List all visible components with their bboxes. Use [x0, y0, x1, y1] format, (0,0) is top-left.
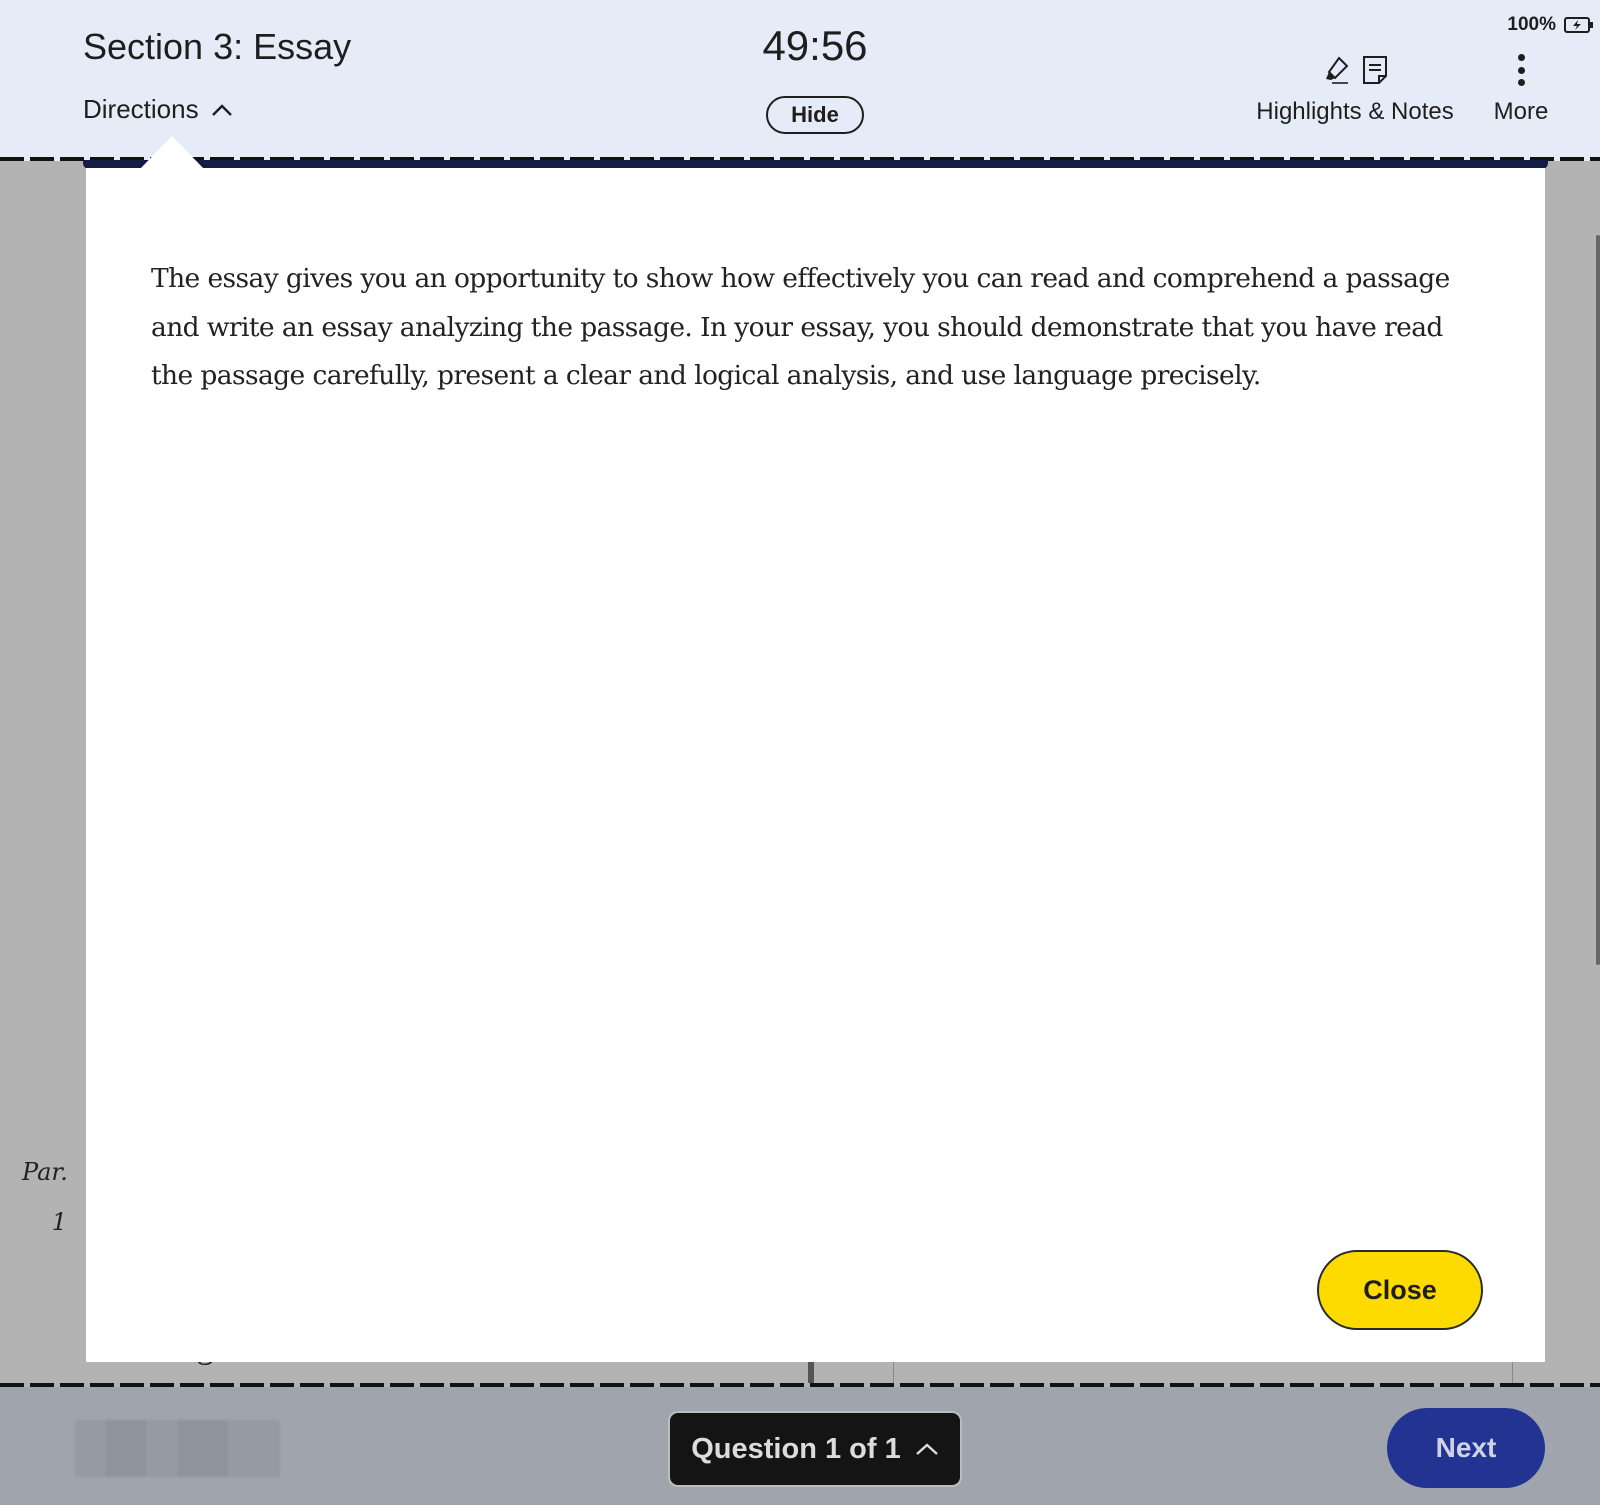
timer: 49:56: [762, 22, 868, 69]
scrollbar[interactable]: [1596, 235, 1600, 965]
directions-text: The essay gives you an opportunity to sh…: [151, 263, 1450, 391]
close-button[interactable]: Close: [1317, 1250, 1483, 1330]
notes-icon: [1363, 56, 1387, 84]
next-button[interactable]: Next: [1387, 1408, 1545, 1488]
battery-status: 100%: [1507, 14, 1594, 36]
directions-label: Directions: [83, 94, 199, 124]
question-navigator-button[interactable]: Question 1 of 1: [668, 1411, 962, 1487]
question-nav-label: Question 1 of 1: [691, 1432, 901, 1465]
battery-charging-icon: [1564, 17, 1593, 33]
paragraph-number: 1: [51, 1208, 67, 1236]
paragraph-label: Par.: [22, 1158, 68, 1186]
hide-timer-button[interactable]: Hide: [766, 96, 864, 134]
header-bar: Section 3: Essay Directions 49:56 Hide H…: [0, 0, 1600, 160]
modal-pointer: [140, 136, 204, 169]
student-name-redacted: [75, 1420, 280, 1477]
more-vertical-icon: [1517, 52, 1525, 88]
directions-toggle[interactable]: Directions: [83, 94, 233, 125]
more-button[interactable]: More: [1490, 52, 1552, 126]
battery-percent: 100%: [1507, 14, 1556, 35]
highlights-notes-button[interactable]: Highlights & Notes: [1250, 52, 1460, 126]
section-title: Section 3: Essay: [83, 26, 352, 67]
more-label: More: [1493, 98, 1549, 125]
highlights-notes-label: Highlights & Notes: [1256, 98, 1454, 125]
chevron-up-icon: [915, 1443, 938, 1455]
highlighter-icon: [1326, 56, 1349, 84]
chevron-up-icon: [211, 103, 232, 116]
